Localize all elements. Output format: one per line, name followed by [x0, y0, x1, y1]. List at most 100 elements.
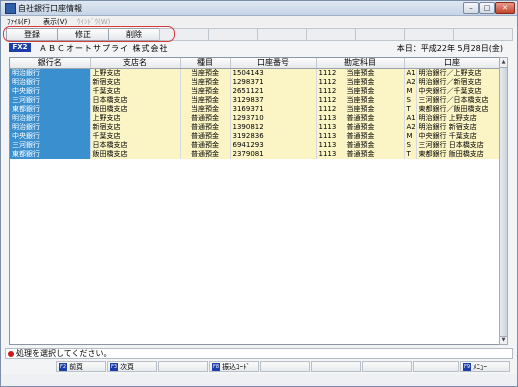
- branch-cell: 飯田橋支店: [90, 150, 181, 159]
- account-label-cell: 東都銀行 飯田橋支店: [416, 150, 500, 159]
- highlight-ring: [3, 26, 175, 42]
- type-cell: 当座預金: [180, 68, 231, 78]
- scroll-up-icon[interactable]: ▲: [500, 58, 507, 66]
- account-key-cell: T: [404, 150, 417, 159]
- account-number-cell: 1390812: [230, 123, 317, 132]
- table-row[interactable]: 三河銀行 日本橋支店 当座預金 3129837 1112 当座預金 S 三河銀行／日本橋支店: [10, 96, 500, 105]
- f9-menu-button[interactable]: F9 ﾒﾆｭｰ: [460, 361, 510, 372]
- type-cell: 普通預金: [180, 123, 231, 132]
- table-row[interactable]: 中央銀行 千葉支店 当座預金 2651121 1112 当座預金 M 中央銀行／千葉支店: [10, 87, 500, 96]
- table-row[interactable]: 明治銀行 上野支店 普通預金 1293710 1113 普通預金 A1 明治銀行 上野支店: [10, 114, 500, 123]
- account-subject-cell: 1113 普通預金: [316, 114, 405, 123]
- type-cell: 当座預金: [180, 105, 231, 114]
- account-code: 1112: [318, 96, 337, 104]
- title-bar: 自社銀行口座情報 – □ ✕: [1, 1, 517, 16]
- bank-cell: 東都銀行: [10, 105, 91, 114]
- vertical-scrollbar[interactable]: ▲ ▼: [499, 57, 508, 345]
- function-key-slot[interactable]: [311, 361, 361, 372]
- account-subject-name: 普通預金: [346, 114, 375, 122]
- toolbar-slot[interactable]: [355, 28, 405, 41]
- bottom-strip: [1, 374, 517, 386]
- account-subject-name: 当座預金: [346, 78, 375, 86]
- status-message-bar: 処理を選択してください。: [5, 348, 513, 359]
- account-code: 1112: [318, 78, 337, 86]
- table-row[interactable]: 東都銀行 飯田橋支店 普通預金 2379081 1113 普通預金 T 東都銀行 飯田橋支店: [10, 150, 500, 159]
- function-key-slot[interactable]: [413, 361, 459, 372]
- toolbar-slot[interactable]: [208, 28, 258, 41]
- f2-prev-page-button[interactable]: F2 前頁: [56, 361, 106, 372]
- function-key-slot[interactable]: [362, 361, 412, 372]
- account-subject-cell: 1112 当座預金: [316, 68, 405, 78]
- account-subject-cell: 1113 普通預金: [316, 132, 405, 141]
- account-number-cell: 3169371: [230, 105, 317, 114]
- col-header-account-subject[interactable]: 勘定科目: [316, 58, 405, 69]
- branch-cell: 飯田橋支店: [90, 105, 181, 114]
- branch-cell: 新宿支店: [90, 78, 181, 87]
- account-key-cell: A2: [404, 123, 417, 132]
- col-header-account[interactable]: 口座: [404, 58, 500, 69]
- f3-label: 次頁: [120, 363, 135, 371]
- account-subject-cell: 1112 当座預金: [316, 78, 405, 87]
- scrollbar-thumb[interactable]: [500, 67, 507, 337]
- account-code: 1112: [318, 105, 337, 113]
- type-cell: 普通預金: [180, 141, 231, 150]
- function-key-bar: F2 前頁 F3 次頁 F8 振込ｺｰﾄﾞ F9 ﾒﾆｭｰ: [1, 361, 517, 373]
- table-row[interactable]: 明治銀行 新宿支店 普通預金 1390812 1113 普通預金 A2 明治銀行 新宿支店: [10, 123, 500, 132]
- bank-cell: 明治銀行: [10, 114, 91, 123]
- account-number-cell: 3129837: [230, 96, 317, 105]
- toolbar-slot[interactable]: [453, 28, 513, 41]
- bank-cell: 東都銀行: [10, 150, 91, 159]
- table-row[interactable]: 東都銀行 飯田橋支店 当座預金 3169371 1112 当座預金 T 東都銀行／飯田橋支店: [10, 105, 500, 114]
- account-subject-name: 当座預金: [346, 69, 375, 77]
- account-subject-name: 普通預金: [346, 132, 375, 140]
- toolbar-slot[interactable]: [257, 28, 307, 41]
- bank-account-grid[interactable]: 銀行名 支店名 種目 口座番号 勘定科目 口座 明治銀行 上野支店 当座預金 1504…: [9, 57, 501, 345]
- window-title: 自社銀行口座情報: [18, 4, 82, 13]
- account-subject-name: 当座預金: [346, 96, 375, 104]
- minimize-button[interactable]: –: [463, 2, 479, 14]
- branch-cell: 千葉支店: [90, 87, 181, 96]
- f8-transfer-code-button[interactable]: F8 振込ｺｰﾄﾞ: [209, 361, 259, 372]
- bank-cell: 明治銀行: [10, 78, 91, 87]
- toolbar-slot[interactable]: [306, 28, 356, 41]
- table-row[interactable]: 中央銀行 千葉支店 普通預金 3192836 1113 普通預金 M 中央銀行 千葉支店: [10, 132, 500, 141]
- status-message: 処理を選択してください。: [16, 349, 112, 358]
- account-code: 1113: [318, 141, 337, 149]
- account-label-cell: 中央銀行 千葉支店: [416, 132, 500, 141]
- account-key-cell: S: [404, 96, 417, 105]
- col-header-branch[interactable]: 支店名: [90, 58, 181, 69]
- type-cell: 普通預金: [180, 114, 231, 123]
- table-header-row: 銀行名 支店名 種目 口座番号 勘定科目 口座: [10, 58, 500, 69]
- account-key-cell: A1: [404, 114, 417, 123]
- col-header-type[interactable]: 種目: [180, 58, 231, 69]
- function-key-slot[interactable]: [260, 361, 310, 372]
- account-label-cell: 中央銀行／千葉支店: [416, 87, 500, 96]
- f3-next-page-button[interactable]: F3 次頁: [107, 361, 157, 372]
- col-header-bank[interactable]: 銀行名: [10, 58, 91, 69]
- close-button[interactable]: ✕: [495, 2, 515, 14]
- type-cell: 当座預金: [180, 96, 231, 105]
- account-code: 1113: [318, 114, 337, 122]
- account-number-cell: 1504143: [230, 68, 317, 78]
- col-header-number[interactable]: 口座番号: [230, 58, 317, 69]
- account-number-cell: 6941293: [230, 141, 317, 150]
- table-row[interactable]: 明治銀行 上野支店 当座預金 1504143 1112 当座預金 A1 明治銀行／上野支店: [10, 68, 500, 78]
- account-label-cell: 明治銀行／新宿支店: [416, 78, 500, 87]
- function-key-slot[interactable]: [158, 361, 208, 372]
- account-subject-name: 普通預金: [346, 141, 375, 149]
- branch-cell: 上野支店: [90, 68, 181, 78]
- scroll-down-icon[interactable]: ▼: [500, 336, 507, 344]
- account-subject-name: 普通預金: [346, 150, 375, 158]
- table-row[interactable]: 明治銀行 新宿支店 当座預金 1298371 1112 当座預金 A2 明治銀行／新宿支店: [10, 78, 500, 87]
- account-key-cell: M: [404, 132, 417, 141]
- type-cell: 当座預金: [180, 87, 231, 96]
- maximize-button[interactable]: □: [479, 2, 495, 14]
- table-row[interactable]: 三河銀行 日本橋支店 普通預金 6941293 1113 普通預金 S 三河銀行 日本橋支店: [10, 141, 500, 150]
- account-label-cell: 明治銀行 上野支店: [416, 114, 500, 123]
- account-key-cell: A2: [404, 78, 417, 87]
- account-number-cell: 2651121: [230, 87, 317, 96]
- info-bar: FX2 ＡＢＣオートサプライ 株式会社 本日：平成22年 5月28日(金): [1, 42, 517, 53]
- toolbar-slot[interactable]: [404, 28, 454, 41]
- account-code: 1112: [318, 87, 337, 95]
- company-code-badge: FX2: [9, 43, 31, 52]
